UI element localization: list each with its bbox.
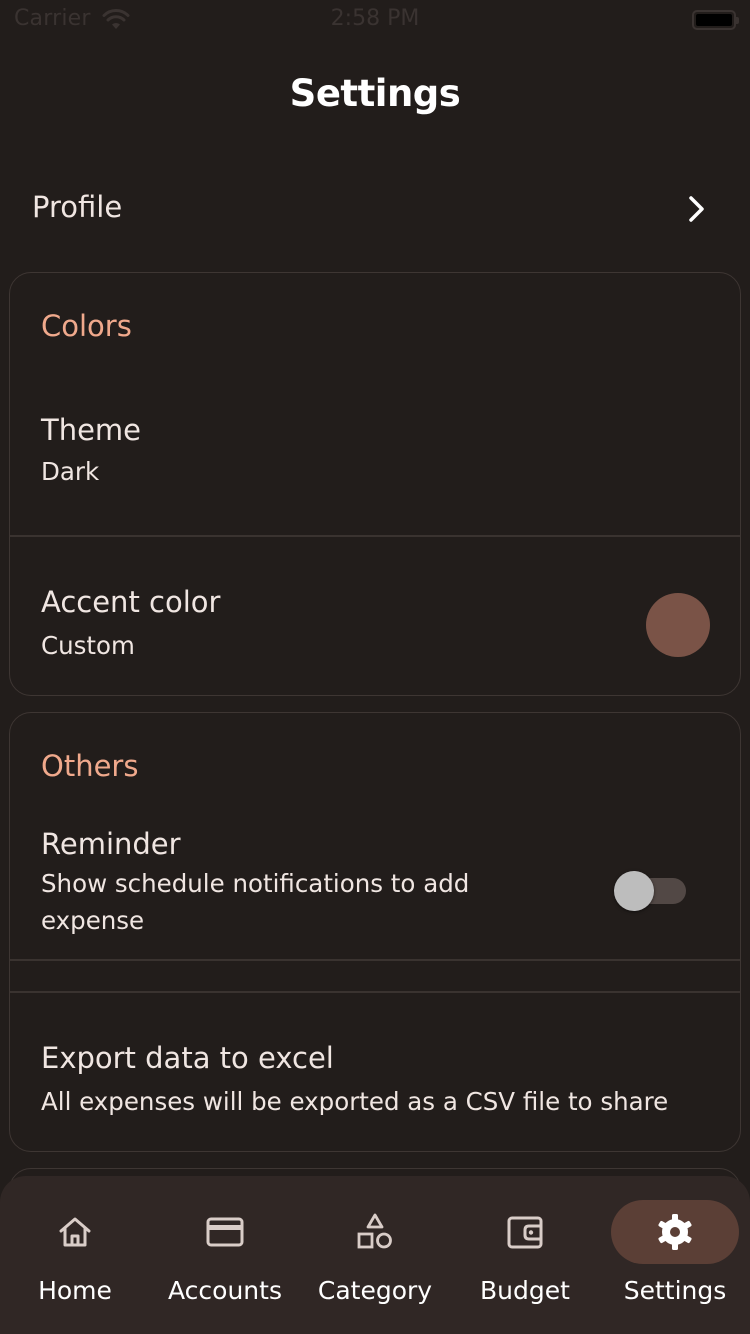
nav-label-settings: Settings [623,1276,727,1305]
toggle-knob [614,871,654,911]
shapes-icon [357,1213,392,1249]
accent-color-title: Accent color [41,585,221,619]
accent-color-swatch[interactable] [646,593,710,657]
status-bar: Carrier 2:58 PM [0,0,750,40]
nav-item-settings[interactable]: Settings [600,1176,750,1334]
accent-color-setting[interactable]: Accent color Custom [10,537,740,695]
nav-label-category: Category [317,1276,433,1305]
wallet-icon [507,1216,543,1249]
clock: 2:58 PM [330,6,420,31]
divider [10,959,740,961]
section-heading-colors: Colors [41,309,132,343]
reminder-setting[interactable]: Reminder Show schedule notifications to … [10,809,740,959]
battery-icon [692,10,739,30]
nav-label-accounts: Accounts [168,1276,282,1305]
profile-row[interactable]: Profile [0,168,750,252]
profile-label: Profile [32,190,123,224]
nav-label-budget: Budget [480,1276,570,1305]
colors-card: Colors Theme Dark Accent color Custom [9,272,741,696]
theme-value: Dark [41,457,100,486]
bottom-nav: Home Accounts Category Budget Settings [0,1176,750,1334]
export-title: Export data to excel [41,1041,334,1075]
reminder-description-cont: expense [41,906,145,935]
nav-item-category[interactable]: Category [300,1176,450,1334]
reminder-title: Reminder [41,827,181,861]
nav-item-accounts[interactable]: Accounts [150,1176,300,1334]
export-description: All expenses will be exported as a CSV f… [41,1087,669,1116]
page-title: Settings [289,72,461,115]
chevron-right-icon [689,196,704,222]
others-card: Others Reminder Show schedule notificati… [9,712,741,1152]
reminder-toggle[interactable] [614,871,686,911]
nav-item-budget[interactable]: Budget [450,1176,600,1334]
nav-item-home[interactable]: Home [0,1176,150,1334]
theme-title: Theme [41,413,142,447]
theme-setting[interactable]: Theme Dark [10,393,740,535]
home-icon [59,1217,91,1247]
accent-color-value: Custom [41,631,135,660]
gear-icon [658,1214,692,1250]
nav-label-home: Home [38,1276,112,1305]
reminder-description: Show schedule notifications to add [41,869,470,898]
section-heading-others: Others [41,749,139,783]
export-setting[interactable]: Export data to excel All expenses will b… [10,993,740,1151]
credit-card-icon [206,1217,244,1247]
